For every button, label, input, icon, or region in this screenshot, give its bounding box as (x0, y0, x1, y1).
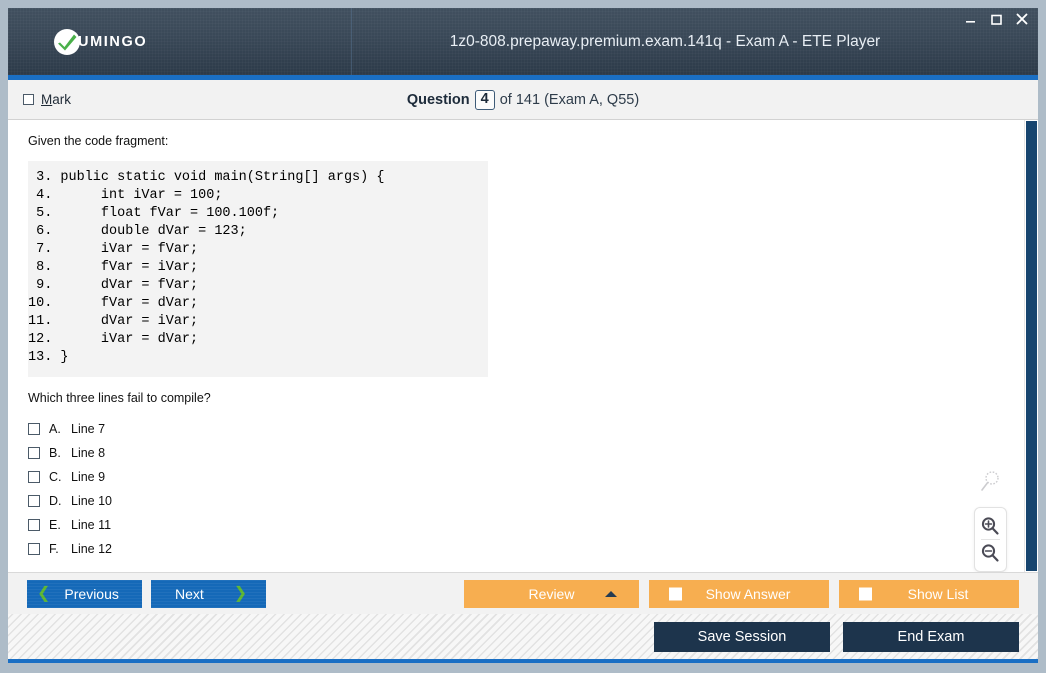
question-counter: Question 4 of 141 (Exam A, Q55) (8, 90, 1038, 110)
question-header: Mark Question 4 of 141 (Exam A, Q55) (8, 80, 1038, 120)
code-prompt: Given the code fragment: (28, 134, 1024, 148)
vumingo-logo: UMINGO (54, 29, 147, 55)
zoom-panel (974, 507, 1007, 572)
option-b-checkbox[interactable] (28, 447, 40, 459)
option-a-letter: A. (49, 422, 62, 436)
mark-label: Mark (41, 92, 71, 107)
zoom-out-icon[interactable] (977, 540, 1004, 566)
option-d-label: Line 10 (71, 494, 112, 508)
next-button-label: Next (175, 586, 204, 602)
option-a-label: Line 7 (71, 422, 105, 436)
logo-area: UMINGO (8, 8, 352, 75)
app-window: UMINGO 1z0-808.prepaway.premium.exam.141… (0, 0, 1046, 673)
chevron-right-icon: ❯ (234, 586, 247, 602)
option-c[interactable]: C. Line 9 (28, 465, 1024, 489)
option-f[interactable]: F. Line 12 (28, 537, 1024, 561)
option-f-letter: F. (49, 542, 62, 556)
show-list-button[interactable]: Show List (839, 580, 1019, 608)
option-c-checkbox[interactable] (28, 471, 40, 483)
option-d-checkbox[interactable] (28, 495, 40, 507)
question-label: Question (407, 92, 470, 108)
scrollbar-thumb[interactable] (1026, 121, 1037, 571)
option-a-checkbox[interactable] (28, 423, 40, 435)
show-list-checkbox[interactable] (859, 587, 872, 600)
show-answer-button[interactable]: Show Answer (649, 580, 829, 608)
option-b-label: Line 8 (71, 446, 105, 460)
option-e[interactable]: E. Line 11 (28, 513, 1024, 537)
option-e-label: Line 11 (71, 518, 111, 532)
maximize-icon[interactable] (988, 11, 1004, 27)
footer-bar: Save Session End Exam (8, 614, 1038, 663)
zoom-tools (972, 470, 1008, 572)
previous-button[interactable]: ❮ Previous (27, 580, 142, 608)
review-button-label: Review (529, 586, 575, 602)
show-answer-label: Show Answer (706, 586, 791, 602)
save-session-label: Save Session (698, 629, 787, 645)
content-area: Given the code fragment: 3. public stati… (8, 120, 1038, 572)
window-controls (962, 11, 1030, 27)
option-b[interactable]: B. Line 8 (28, 441, 1024, 465)
next-button[interactable]: Next ❯ (151, 580, 266, 608)
question-total-label: of 141 (Exam A, Q55) (500, 92, 639, 108)
option-f-label: Line 12 (71, 542, 112, 556)
mark-checkbox-box[interactable] (23, 94, 34, 105)
navigation-bar: ❮ Previous Next ❯ Review Show Answer Sho… (8, 572, 1038, 614)
mark-rest: ark (52, 92, 71, 107)
show-list-label: Show List (908, 586, 969, 602)
option-c-letter: C. (49, 470, 62, 484)
question-text: Which three lines fail to compile? (28, 391, 1024, 405)
check-circle-icon (54, 29, 80, 55)
option-d-letter: D. (49, 494, 62, 508)
question-content: Given the code fragment: 3. public stati… (8, 120, 1024, 572)
content-scrollbar[interactable] (1024, 120, 1038, 572)
review-button[interactable]: Review (464, 580, 639, 608)
option-c-label: Line 9 (71, 470, 105, 484)
title-bar: UMINGO 1z0-808.prepaway.premium.exam.141… (8, 8, 1038, 75)
question-number-field[interactable]: 4 (475, 90, 495, 110)
option-e-checkbox[interactable] (28, 519, 40, 531)
option-a[interactable]: A. Line 7 (28, 417, 1024, 441)
end-exam-label: End Exam (898, 629, 965, 645)
caret-up-icon (605, 591, 617, 597)
mark-accel: M (41, 92, 52, 107)
code-fragment: 3. public static void main(String[] args… (28, 161, 488, 377)
close-icon[interactable] (1014, 11, 1030, 27)
zoom-in-icon[interactable] (977, 513, 1004, 539)
option-f-checkbox[interactable] (28, 543, 40, 555)
show-answer-checkbox[interactable] (669, 587, 682, 600)
option-e-letter: E. (49, 518, 62, 532)
logo-text: UMINGO (78, 34, 147, 50)
magnifier-icon[interactable] (979, 470, 1001, 499)
chevron-left-icon: ❮ (37, 586, 50, 602)
option-b-letter: B. (49, 446, 62, 460)
option-d[interactable]: D. Line 10 (28, 489, 1024, 513)
save-session-button[interactable]: Save Session (654, 622, 830, 652)
end-exam-button[interactable]: End Exam (843, 622, 1019, 652)
mark-checkbox[interactable]: Mark (23, 92, 71, 107)
minimize-icon[interactable] (962, 11, 978, 27)
window-title: 1z0-808.prepaway.premium.exam.141q - Exa… (352, 33, 1038, 51)
previous-button-label: Previous (64, 586, 118, 602)
